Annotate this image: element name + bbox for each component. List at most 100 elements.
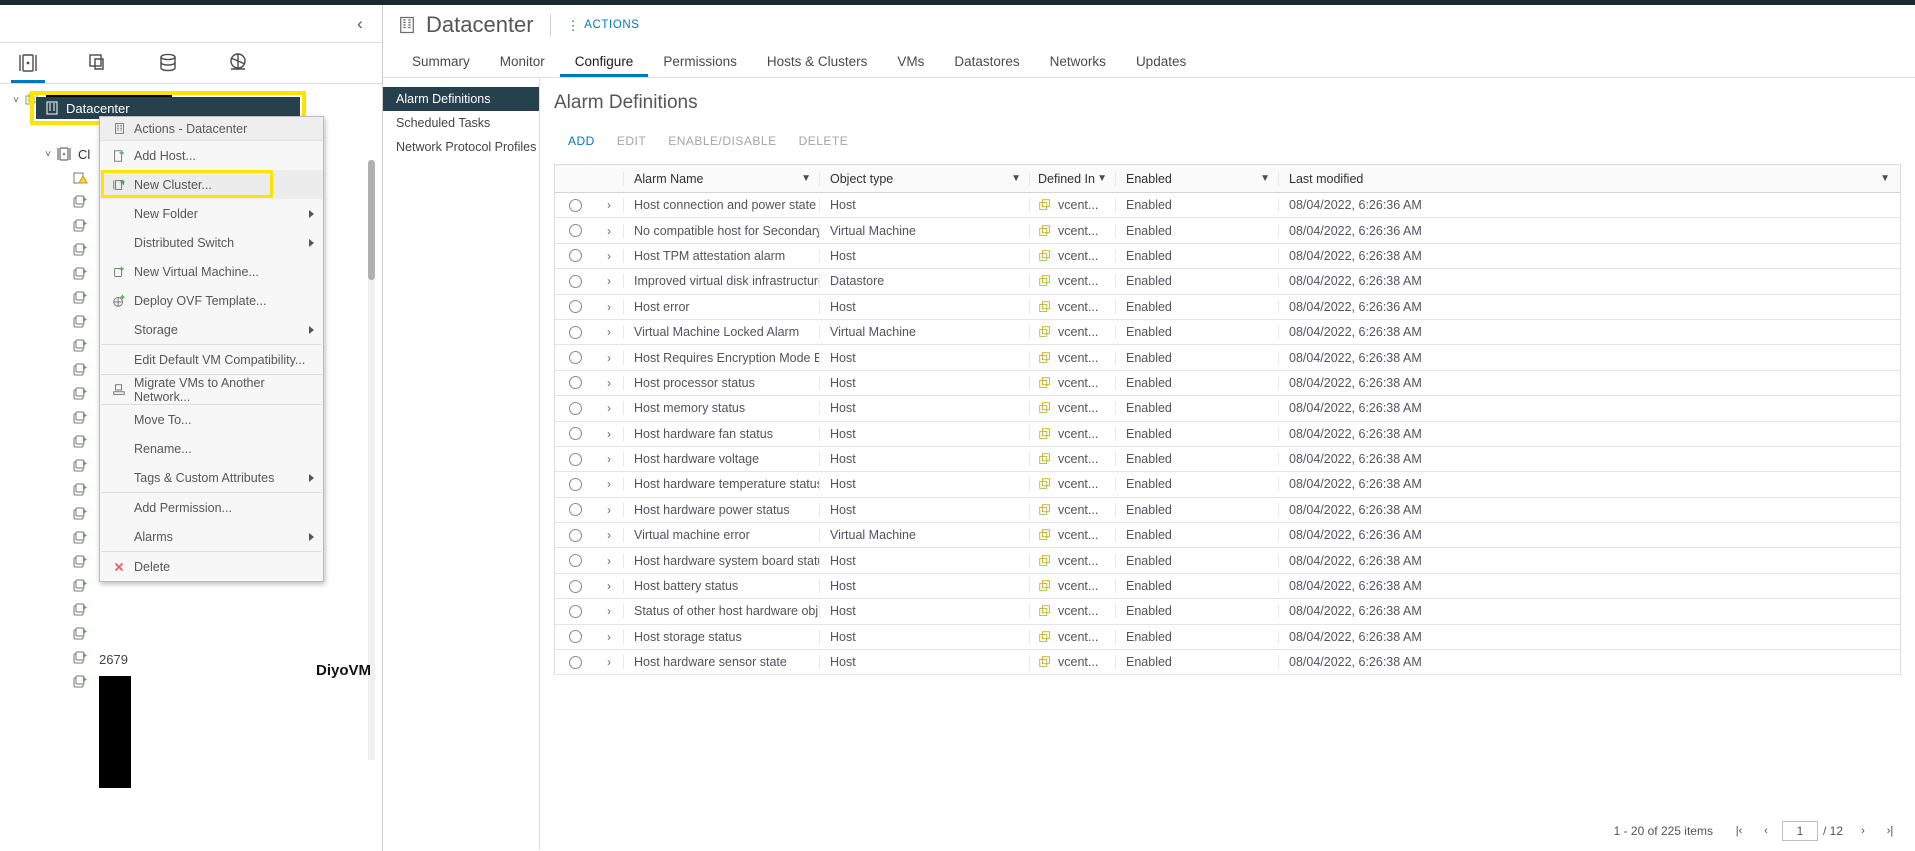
table-row[interactable]: › Virtual Machine Locked Alarm Virtual Mac…: [555, 320, 1900, 346]
row-expand-icon[interactable]: ›: [595, 554, 623, 568]
table-row[interactable]: › Host TPM attestation alarm Host vcent... E…: [555, 244, 1900, 270]
table-row[interactable]: › Host error Host vcent... Enabled 08/04/2022…: [555, 295, 1900, 320]
tab-monitor[interactable]: Monitor: [485, 46, 560, 77]
page-number-input[interactable]: 1: [1781, 821, 1818, 841]
row-expand-icon[interactable]: ›: [595, 477, 623, 491]
chevron-down-icon[interactable]: ˅: [8, 95, 24, 106]
row-radio[interactable]: [568, 198, 582, 212]
table-row[interactable]: › Host hardware voltage Host vcent... Enable…: [555, 447, 1900, 473]
row-radio[interactable]: [568, 300, 582, 314]
tab-hosts-clusters[interactable]: Hosts & Clusters: [752, 46, 883, 77]
chevron-down-icon[interactable]: ˅: [40, 149, 56, 160]
row-expand-icon[interactable]: ›: [595, 249, 623, 263]
context-menu-item-edit-default-vm-compatibility[interactable]: Edit Default VM Compatibility...: [100, 345, 323, 374]
sidebar-item-network-protocol-profiles[interactable]: Network Protocol Profiles: [383, 135, 539, 159]
table-row[interactable]: › No compatible host for Secondary... Virt…: [555, 218, 1900, 244]
networking-icon[interactable]: [218, 43, 258, 83]
row-radio[interactable]: [568, 579, 582, 593]
row-expand-icon[interactable]: ›: [595, 401, 623, 415]
hosts-and-clusters-icon[interactable]: [8, 43, 48, 83]
context-menu-item-distributed-switch[interactable]: Distributed Switch: [100, 228, 323, 257]
chevron-left-icon[interactable]: ‹: [350, 14, 370, 34]
row-radio[interactable]: [568, 604, 582, 618]
row-expand-icon[interactable]: ›: [595, 325, 623, 339]
row-radio[interactable]: [568, 452, 582, 466]
first-page-icon[interactable]: |‹: [1728, 820, 1750, 842]
row-expand-icon[interactable]: ›: [595, 427, 623, 441]
context-menu-item-move-to[interactable]: Move To...: [100, 405, 323, 434]
filter-icon[interactable]: ▼: [801, 173, 811, 184]
sidebar-item-scheduled-tasks[interactable]: Scheduled Tasks: [383, 111, 539, 135]
enable-disable-button[interactable]: ENABLE/DISABLE: [668, 134, 776, 148]
actions-button[interactable]: ⋮ ACTIONS: [567, 19, 640, 32]
context-menu-item-tags-custom-attributes[interactable]: Tags & Custom Attributes: [100, 463, 323, 492]
row-expand-icon[interactable]: ›: [595, 274, 623, 288]
row-radio[interactable]: [568, 427, 582, 441]
table-row[interactable]: › Host storage status Host vcent... Enabled 0…: [555, 625, 1900, 651]
tree-row-vm[interactable]: [0, 598, 382, 622]
row-expand-icon[interactable]: ›: [595, 528, 623, 542]
context-menu-item-deploy-ovf-template[interactable]: Deploy OVF Template...: [100, 286, 323, 315]
row-radio[interactable]: [568, 630, 582, 644]
context-menu-item-new-virtual-machine[interactable]: New Virtual Machine...: [100, 257, 323, 286]
context-menu-item-migrate-vms-to-another-network[interactable]: Migrate VMs to Another Network...: [100, 375, 323, 404]
context-menu-item-new-folder[interactable]: New Folder: [100, 199, 323, 228]
row-expand-icon[interactable]: ›: [595, 224, 623, 238]
tab-networks[interactable]: Networks: [1035, 46, 1121, 77]
tab-updates[interactable]: Updates: [1121, 46, 1201, 77]
table-row[interactable]: › Improved virtual disk infrastructure...…: [555, 269, 1900, 295]
context-menu-item-add-permission[interactable]: Add Permission...: [100, 493, 323, 522]
sidebar-item-alarm-definitions[interactable]: Alarm Definitions: [383, 87, 539, 111]
row-expand-icon[interactable]: ›: [595, 579, 623, 593]
column-header-object-type[interactable]: Object type ▼: [819, 171, 1029, 186]
context-menu-item-add-host[interactable]: Add Host...: [100, 141, 323, 170]
row-radio[interactable]: [568, 351, 582, 365]
row-radio[interactable]: [568, 376, 582, 390]
row-radio[interactable]: [568, 401, 582, 415]
table-row[interactable]: › Host hardware sensor state Host vcent... E…: [555, 650, 1900, 676]
table-row[interactable]: › Virtual machine error Virtual Machine vce…: [555, 523, 1900, 549]
tab-permissions[interactable]: Permissions: [648, 46, 752, 77]
row-expand-icon[interactable]: ›: [595, 376, 623, 390]
row-expand-icon[interactable]: ›: [595, 655, 623, 669]
row-radio[interactable]: [568, 554, 582, 568]
row-expand-icon[interactable]: ›: [595, 604, 623, 618]
tree-row-vm[interactable]: [0, 622, 382, 646]
tab-vms[interactable]: VMs: [882, 46, 939, 77]
storage-icon[interactable]: [148, 43, 188, 83]
filter-icon[interactable]: ▼: [1260, 173, 1270, 184]
row-expand-icon[interactable]: ›: [595, 351, 623, 365]
column-header-defined-in[interactable]: Defined In ▼: [1029, 171, 1115, 186]
context-menu-item-alarms[interactable]: Alarms: [100, 522, 323, 551]
row-expand-icon[interactable]: ›: [595, 300, 623, 314]
last-page-icon[interactable]: ›|: [1879, 820, 1901, 842]
row-radio[interactable]: [568, 655, 582, 669]
table-row[interactable]: › Host Requires Encryption Mode En... Host…: [555, 345, 1900, 371]
row-expand-icon[interactable]: ›: [595, 630, 623, 644]
row-radio[interactable]: [568, 503, 582, 517]
previous-page-icon[interactable]: ‹: [1755, 820, 1777, 842]
tab-datastores[interactable]: Datastores: [939, 46, 1034, 77]
row-expand-icon[interactable]: ›: [595, 503, 623, 517]
column-header-last-modified[interactable]: Last modified ▼: [1278, 171, 1900, 186]
next-page-icon[interactable]: ›: [1852, 820, 1874, 842]
row-radio[interactable]: [568, 477, 582, 491]
table-row[interactable]: › Host hardware temperature status Host vce…: [555, 472, 1900, 498]
delete-button[interactable]: DELETE: [799, 134, 849, 148]
table-row[interactable]: › Host battery status Host vcent... Enabled 0…: [555, 574, 1900, 600]
filter-icon[interactable]: ▼: [1011, 173, 1021, 184]
row-radio[interactable]: [568, 325, 582, 339]
table-row[interactable]: › Host processor status Host vcent... Enable…: [555, 371, 1900, 397]
tab-summary[interactable]: Summary: [397, 46, 485, 77]
table-row[interactable]: › Host memory status Host vcent... Enabled 08…: [555, 396, 1900, 422]
table-row[interactable]: › Status of other host hardware obj... Hos…: [555, 599, 1900, 625]
tab-configure[interactable]: Configure: [559, 46, 649, 77]
vms-and-templates-icon[interactable]: [78, 43, 118, 83]
table-row[interactable]: › Host connection and power state Host vcen…: [555, 193, 1900, 219]
column-header-alarm-name[interactable]: Alarm Name ▼: [623, 171, 819, 186]
filter-icon[interactable]: ▼: [1880, 173, 1890, 184]
context-menu-item-new-cluster[interactable]: New Cluster...: [100, 170, 323, 199]
row-radio[interactable]: [568, 249, 582, 263]
row-radio[interactable]: [568, 528, 582, 542]
row-radio[interactable]: [568, 224, 582, 238]
